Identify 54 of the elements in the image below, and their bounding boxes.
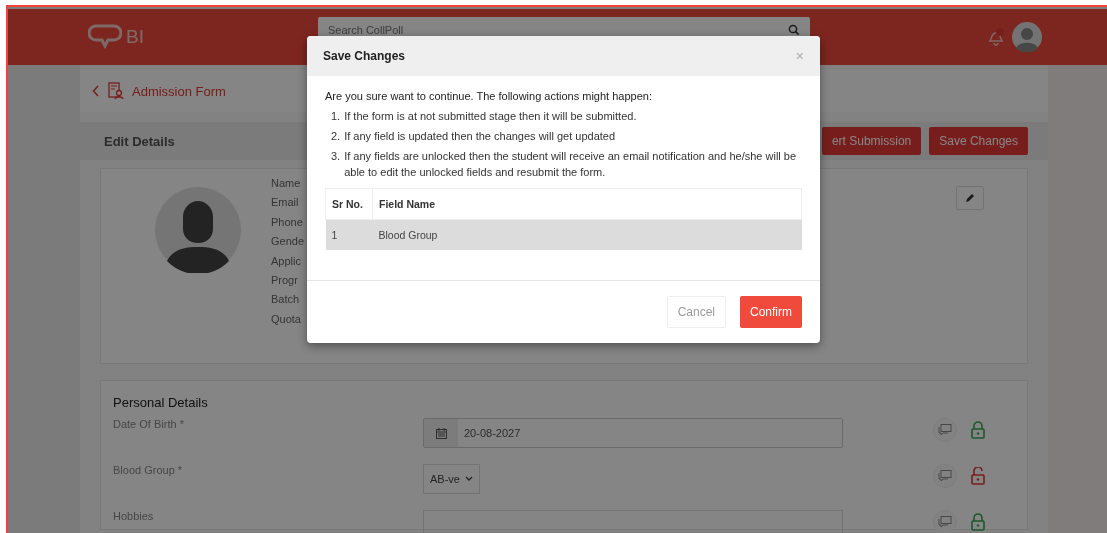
column-header: Sr No.	[325, 188, 373, 220]
comment-icon[interactable]	[938, 470, 952, 482]
profile-label: Applic	[271, 253, 302, 269]
profile-label: Name	[271, 176, 302, 191]
date-field[interactable]: 20-08-2027	[423, 418, 843, 448]
list-item-text: If any fields are unlocked then the student will receive an email notification and he/she will be able to edit the unlocked fields and resubmit the form.	[344, 149, 798, 180]
profile-label: Quota	[271, 311, 302, 327]
bell-icon[interactable]	[986, 27, 1006, 47]
action-button[interactable]: ert Submission	[821, 127, 922, 155]
close-button[interactable]: ×	[795, 48, 804, 64]
profile-label: Progr	[271, 273, 299, 289]
profile-label: Email	[271, 195, 300, 211]
field-label: Date Of Birth *	[113, 418, 185, 430]
list-number: 1.	[331, 109, 341, 124]
table-cell: Blood Group	[372, 219, 802, 250]
unlocked-padlock-icon[interactable]	[971, 467, 985, 485]
padlock-icon[interactable]	[971, 513, 985, 531]
dialog-title: Save Changes	[323, 49, 406, 63]
page-title: Admission Form	[132, 83, 226, 99]
field-label: Hobbies	[113, 510, 155, 522]
edit-button[interactable]	[956, 186, 984, 210]
column-header: Field Name	[372, 188, 802, 220]
profile-label: Gende	[271, 234, 305, 250]
list-item-text: If the form is at not submitted stage then it will be submitted.	[344, 109, 638, 124]
padlock-icon[interactable]	[971, 421, 985, 439]
table-cell: 1	[325, 219, 373, 250]
comment-button[interactable]	[933, 418, 957, 442]
action-button[interactable]: Save Changes	[929, 127, 1028, 155]
list-item-text: If any field is updated then the changes will get updated	[344, 129, 617, 144]
section-title: Edit Details	[104, 133, 175, 149]
logo-text: BI	[126, 26, 144, 48]
field-label: Blood Group *	[113, 464, 184, 476]
speech-bubble-logo-icon	[88, 24, 122, 50]
cancel-button[interactable]: Cancel	[666, 296, 726, 328]
pencil-icon[interactable]	[964, 192, 976, 204]
chevron-down-icon	[464, 476, 473, 482]
person-silhouette-icon	[155, 187, 241, 273]
dialog-message: Are you sure want to continue. The following actions might happen:	[325, 90, 653, 102]
comment-icon[interactable]	[938, 424, 952, 436]
search-icon[interactable]	[788, 24, 800, 36]
avatar-icon[interactable]	[1012, 22, 1042, 52]
list-number: 2.	[331, 129, 341, 144]
profile-label: Phone	[271, 214, 304, 230]
comment-icon[interactable]	[938, 516, 952, 528]
comment-button[interactable]	[933, 510, 957, 533]
list-number: 3.	[331, 149, 341, 164]
section-title: Personal Details	[113, 395, 209, 410]
profile-label: Batch	[271, 292, 301, 308]
confirm-button[interactable]: Confirm	[740, 296, 802, 328]
form-person-icon	[108, 82, 124, 100]
calendar-icon	[435, 427, 447, 439]
comment-button[interactable]	[933, 464, 957, 488]
back-chevron-icon[interactable]	[92, 85, 100, 97]
blood-group-dropdown[interactable]: AB-ve	[423, 464, 480, 494]
